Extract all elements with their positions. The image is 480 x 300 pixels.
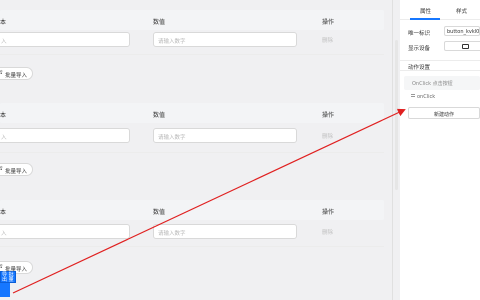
- editor-window: 本 数值 操作 入 请输入数字 删除 ⇪ 批量导入 本 数值 操作 入 请输入数…: [0, 0, 480, 300]
- arrow-line: [12, 108, 406, 294]
- annotation-arrow: [12, 108, 406, 294]
